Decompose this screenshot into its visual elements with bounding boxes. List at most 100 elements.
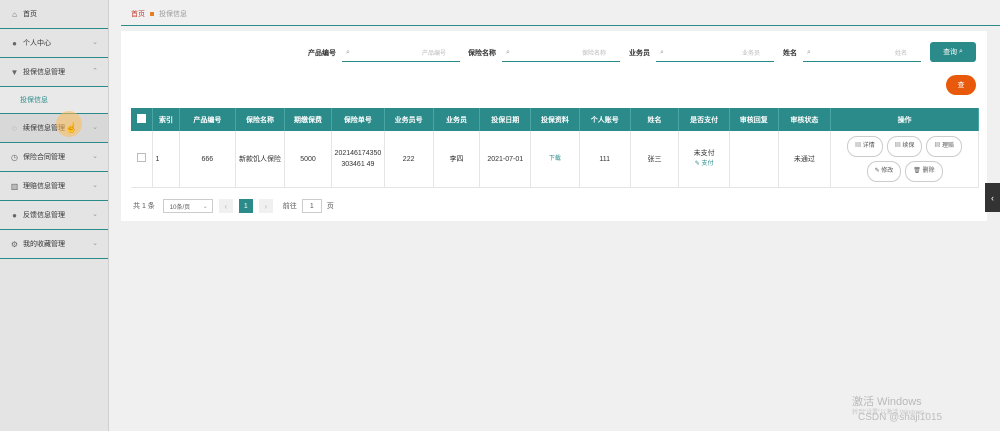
prev-page-button[interactable]: ‹ <box>218 199 233 213</box>
doc-icon: ▤ <box>855 143 863 149</box>
sidebar-item-label: 个人中心 <box>23 40 51 47</box>
cell-insurance-name: 新款饥人保险 <box>235 131 285 188</box>
col-header: 保险单号 <box>331 108 385 131</box>
product-input[interactable]: ⌕ 产品编号 <box>342 44 460 62</box>
breadcrumb-separator-icon <box>150 12 154 17</box>
filter-icon: ▼ <box>10 67 19 77</box>
sidebar-item-favorite-manage[interactable]: ⚙ 我的收藏管理 ⌄ <box>0 230 108 259</box>
cell-name: 张三 <box>630 131 680 188</box>
sidebar-item-claim-manage[interactable]: ▥ 理赔信息管理 ⌄ <box>0 172 108 201</box>
breadcrumb: 首页 投保信息 <box>131 9 187 19</box>
goto-input[interactable]: 1 <box>301 199 322 213</box>
total-count: 共 1 条 <box>133 203 155 210</box>
download-link[interactable]: 下载 <box>549 156 561 162</box>
col-header: 操作 <box>830 108 979 131</box>
breadcrumb-home[interactable]: 首页 <box>131 11 145 18</box>
search-icon: ⌕ <box>959 48 963 55</box>
home-icon: ⌂ <box>12 9 17 19</box>
search-icon: ⌕ <box>346 48 350 56</box>
search-icon: ⌕ <box>506 48 510 56</box>
chevron-down-icon: ⌄ <box>92 240 98 247</box>
cell-material: 下载 <box>530 131 580 188</box>
search-insurance: 保险名称 ⌕ 保险名称 <box>468 43 620 63</box>
agent-label: 业务员 <box>629 50 650 57</box>
data-table: 索引 产品编号 保险名称 期缴保费 保险单号 业务员号 业务员 投保日期 投保资… <box>131 108 979 188</box>
pay-link[interactable]: ✎ 支付 <box>681 159 727 170</box>
main-card: 产品编号 ⌕ 产品编号 保险名称 ⌕ 保险名称 业务员 ⌕ 业务员 姓名 ⌕ 姓… <box>121 31 987 221</box>
page-number[interactable]: 1 <box>238 199 253 213</box>
detail-button[interactable]: ▤ 详情 <box>847 136 883 157</box>
sidebar-item-insure-manage[interactable]: ▼ 投保信息管理 ⌃ <box>0 58 108 87</box>
chevron-left-icon: ‹ <box>991 192 994 203</box>
cell-agent-no: 222 <box>384 131 434 188</box>
col-header: 审核回复 <box>729 108 779 131</box>
col-header: 保险名称 <box>235 108 285 131</box>
sidebar-item-label: 投保信息管理 <box>23 69 65 76</box>
cell-reply <box>729 131 779 188</box>
table-header-row: 索引 产品编号 保险名称 期缴保费 保险单号 业务员号 业务员 投保日期 投保资… <box>131 108 979 131</box>
paid-status: 未支付 <box>693 150 715 157</box>
topbar: 首页 投保信息 <box>121 0 1000 26</box>
name-label: 姓名 <box>783 50 797 57</box>
name-input[interactable]: ⌕ 姓名 <box>803 44 921 62</box>
csdn-credit: CSDN @shaji1015 <box>858 412 943 423</box>
sidebar-item-feedback-manage[interactable]: ● 反馈信息管理 ⌄ <box>0 201 108 230</box>
cell-status: 未通过 <box>778 131 832 188</box>
agent-input[interactable]: ⌕ 业务员 <box>656 44 774 62</box>
cell-agent: 李四 <box>433 131 481 188</box>
select-all-checkbox[interactable] <box>131 108 154 131</box>
sidebar-item-home[interactable]: ⌂ 首页 <box>0 0 108 29</box>
row-checkbox[interactable] <box>131 131 154 188</box>
delete-button[interactable]: 🗑 删除 <box>905 161 943 182</box>
chevron-down-icon: ⌄ <box>92 124 98 131</box>
sidebar-item-label: 我的收藏管理 <box>23 241 65 248</box>
cell-product-no: 666 <box>179 131 237 188</box>
search-name: 姓名 ⌕ 姓名 <box>783 43 921 63</box>
col-header: 个人账号 <box>579 108 631 131</box>
app: ⌂ 首页 ● 个人中心 ⌄ ▼ 投保信息管理 ⌃ 投保信息 ◌ 续保信息管理 ⌄… <box>0 0 1000 431</box>
renew-button[interactable]: ▤ 续保 <box>886 136 923 157</box>
side-drawer-handle[interactable]: ‹ <box>985 183 1000 212</box>
doc-icon: ▤ <box>934 143 943 149</box>
col-header: 索引 <box>152 108 180 131</box>
search-icon: ⌕ <box>660 48 664 56</box>
search-icon: ⌕ <box>807 48 811 56</box>
breadcrumb-current: 投保信息 <box>159 11 187 18</box>
goto-suffix: 页 <box>326 203 334 210</box>
col-header: 业务员号 <box>384 108 434 131</box>
topbar-divider <box>121 25 1000 26</box>
cell-actions: ▤ 详情 ▤ 续保 ▤ 理赔 ✎ 修改 🗑 删除 <box>830 131 979 188</box>
cell-date: 2021-07-01 <box>479 131 532 188</box>
cell-paid: 未支付 ✎ 支付 <box>678 131 730 188</box>
pagination: 共 1 条 10条/页 ⌄ ‹ 1 › 前往 1 页 <box>133 199 334 213</box>
sidebar-item-contract-manage[interactable]: ◷ 保险合同管理 ⌄ <box>0 143 108 172</box>
clock-icon: ◷ <box>11 152 18 162</box>
insurance-input[interactable]: ⌕ 保险名称 <box>502 44 620 62</box>
add-button[interactable]: 查 <box>946 75 976 95</box>
user-icon: ● <box>12 38 17 48</box>
col-header: 审核状态 <box>778 108 832 131</box>
chevron-down-icon: ⌄ <box>92 39 98 46</box>
sidebar-subitem-insure-info[interactable]: 投保信息 <box>0 87 108 114</box>
insurance-label: 保险名称 <box>468 50 496 57</box>
next-page-button[interactable]: › <box>258 199 273 213</box>
cell-policy-no: 202146174350303461 49 <box>331 131 385 188</box>
edit-button[interactable]: ✎ 修改 <box>866 161 902 182</box>
sidebar-item-renewal-manage[interactable]: ◌ 续保信息管理 ⌄ <box>0 114 108 143</box>
query-button[interactable]: 查询 ⌕ <box>930 42 976 62</box>
search-agent: 业务员 ⌕ 业务员 <box>629 43 774 63</box>
cell-account: 111 <box>579 131 631 188</box>
col-header: 投保资料 <box>530 108 580 131</box>
chevron-down-icon: ⌄ <box>92 153 98 160</box>
sidebar-item-personal-center[interactable]: ● 个人中心 ⌄ <box>0 29 108 58</box>
page-size-select[interactable]: 10条/页 ⌄ <box>162 199 213 213</box>
col-header: 是否支付 <box>678 108 730 131</box>
sidebar-item-label: 保险合同管理 <box>23 154 65 161</box>
trash-icon: 🗑 <box>913 168 923 174</box>
chevron-down-icon: ⌄ <box>92 182 98 189</box>
search-product: 产品编号 ⌕ 产品编号 <box>308 43 460 63</box>
claim-button[interactable]: ▤ 理赔 <box>926 136 963 157</box>
sidebar: ⌂ 首页 ● 个人中心 ⌄ ▼ 投保信息管理 ⌃ 投保信息 ◌ 续保信息管理 ⌄… <box>0 0 109 431</box>
cell-premium: 5000 <box>284 131 333 188</box>
goto-prefix: 前往 <box>282 203 297 210</box>
